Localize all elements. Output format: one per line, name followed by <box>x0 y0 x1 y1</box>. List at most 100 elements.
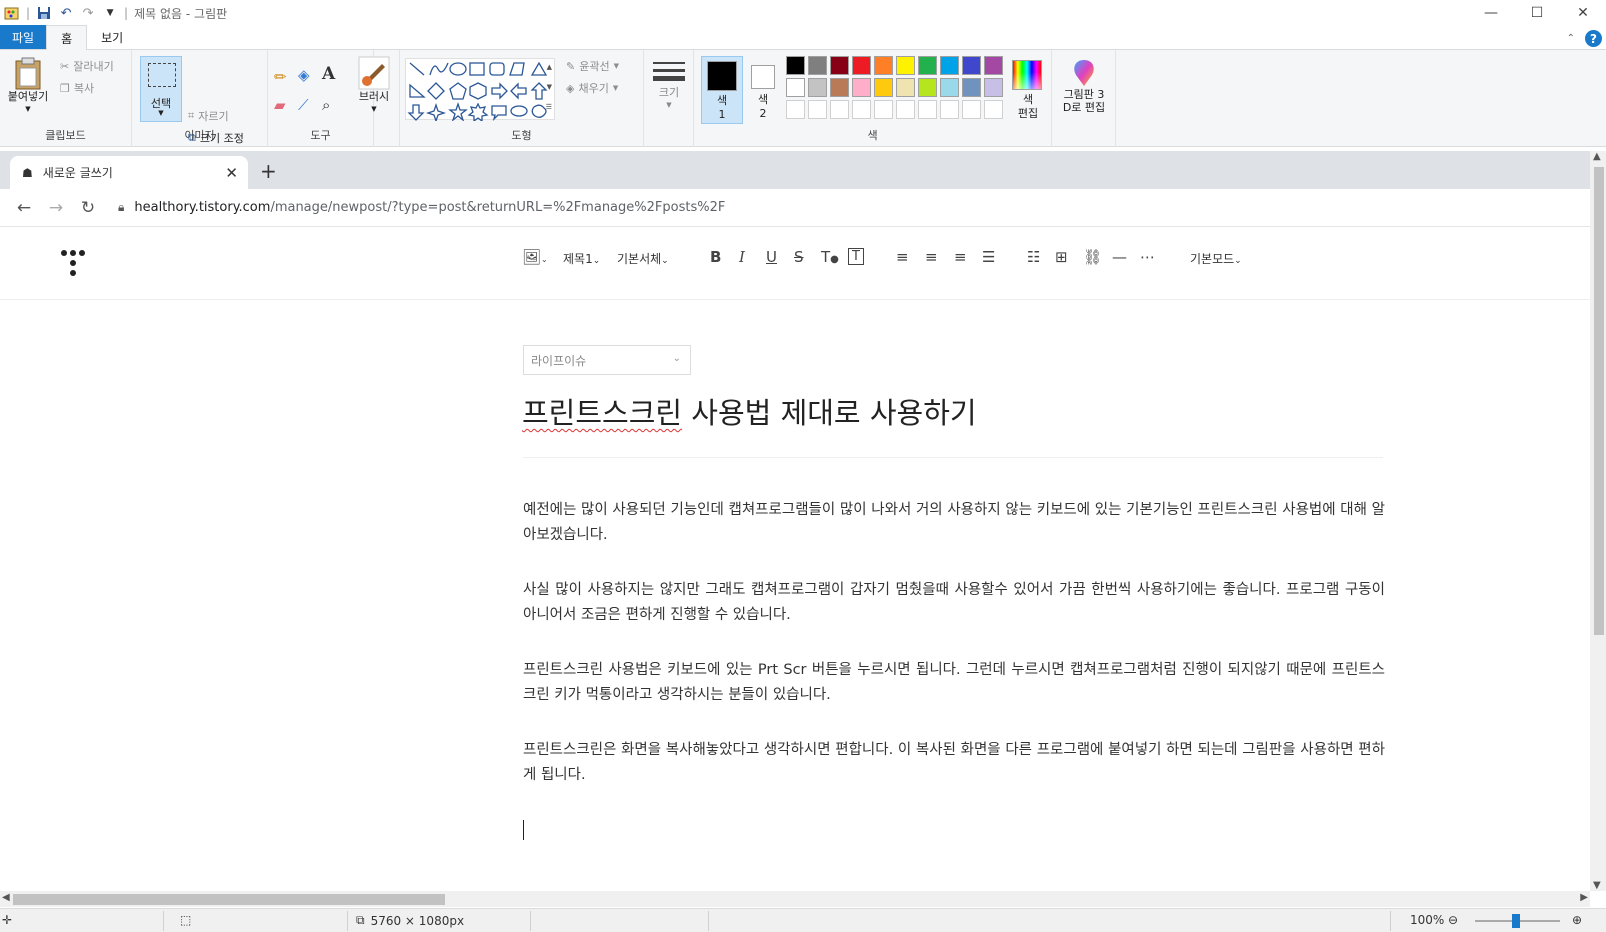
scroll-left-icon[interactable]: ◀ <box>2 892 10 903</box>
color-swatch[interactable] <box>918 56 937 75</box>
select-button[interactable]: 선택 ▼ <box>140 56 182 122</box>
color-swatch[interactable] <box>874 56 893 75</box>
cut-button[interactable]: ✂ 잘라내기 <box>60 58 114 74</box>
color-swatch[interactable] <box>786 56 805 75</box>
color-swatch[interactable] <box>940 78 959 97</box>
more-options-icon[interactable]: ⋯ <box>1140 248 1155 266</box>
close-tab-icon[interactable]: ✕ <box>225 164 238 182</box>
edit-in-paint3d-button[interactable]: 그림판 3 D로 편집 <box>1054 58 1114 114</box>
color-swatch[interactable] <box>808 78 827 97</box>
color-swatch[interactable] <box>830 78 849 97</box>
crop-button[interactable]: ⌗ 자르기 <box>188 108 229 124</box>
paint-app-icon[interactable] <box>4 5 20 21</box>
post-paragraph[interactable]: 사실 많이 사용하지는 않지만 그래도 캡쳐프로그램이 갑자기 멈췄을때 사용할… <box>523 578 1385 628</box>
heading-dropdown[interactable]: 제목1⌄ <box>563 250 600 267</box>
shapes-expand-icon[interactable]: ☰ <box>546 103 552 111</box>
browser-tab[interactable]: ☗ 새로운 글쓰기 ✕ <box>10 156 248 189</box>
save-icon[interactable] <box>36 5 52 21</box>
color-swatch[interactable] <box>874 100 893 119</box>
pencil-icon[interactable]: ✏ <box>274 68 287 86</box>
color-swatch[interactable] <box>830 56 849 75</box>
minimize-button[interactable]: — <box>1468 0 1514 26</box>
color-swatch[interactable] <box>962 78 981 97</box>
paste-button[interactable]: 붙여넣기 ▼ <box>4 56 52 116</box>
size-button[interactable]: 크기 ▼ <box>650 60 688 112</box>
tab-view[interactable]: 보기 <box>87 25 137 49</box>
horizontal-scrollbar[interactable]: ◀ ▶ <box>0 891 1590 907</box>
tab-home[interactable]: 홈 <box>46 25 88 50</box>
color-swatch[interactable] <box>852 56 871 75</box>
eraser-icon[interactable]: ▰ <box>274 96 286 114</box>
horizontal-scroll-thumb[interactable] <box>13 894 445 905</box>
customize-qat-icon[interactable]: ▼ <box>102 5 118 21</box>
table-icon[interactable]: ⊞ <box>1055 248 1068 266</box>
color-swatch[interactable] <box>940 56 959 75</box>
scroll-right-icon[interactable]: ▶ <box>1580 892 1588 903</box>
reload-icon[interactable]: ↻ <box>72 198 104 218</box>
post-paragraph[interactable]: 프린트스크린 사용법은 키보드에 있는 Prt Scr 버튼을 누르시면 됩니다… <box>523 658 1385 708</box>
fill-bucket-icon[interactable]: ◈ <box>298 66 310 84</box>
text-background-icon[interactable]: T <box>848 248 864 265</box>
bold-icon[interactable]: B <box>710 248 721 266</box>
color-swatch[interactable] <box>852 100 871 119</box>
vertical-scrollbar[interactable]: ▲ ▼ <box>1590 151 1606 891</box>
color-swatch[interactable] <box>896 78 915 97</box>
help-icon[interactable]: ? <box>1585 30 1602 47</box>
zoom-in-icon[interactable]: ⊕ <box>1572 913 1582 927</box>
color-swatch[interactable] <box>896 100 915 119</box>
color-swatch[interactable] <box>918 78 937 97</box>
post-paragraph[interactable]: 예전에는 많이 사용되던 기능인데 캡쳐프로그램들이 많이 나와서 거의 사용하… <box>523 498 1385 548</box>
align-left-icon[interactable]: ≡ <box>896 248 909 266</box>
new-tab-icon[interactable]: + <box>260 159 277 183</box>
color-swatch[interactable] <box>808 56 827 75</box>
color2-button[interactable]: 색 2 <box>747 56 779 124</box>
close-button[interactable]: ✕ <box>1560 0 1606 26</box>
text-tool-icon[interactable]: A <box>322 64 335 84</box>
align-justify-icon[interactable]: ☰ <box>982 248 995 266</box>
text-color-icon[interactable]: T● <box>821 248 839 266</box>
horizontal-line-icon[interactable]: — <box>1112 248 1127 266</box>
color-swatch[interactable] <box>962 100 981 119</box>
strikethrough-icon[interactable]: S <box>794 248 804 266</box>
post-title-input[interactable]: 프린트스크린 사용법 제대로 사용하기 <box>522 390 977 432</box>
scroll-up-icon[interactable]: ▲ <box>1593 151 1601 162</box>
shapes-scroll-up-icon[interactable]: ▲ <box>547 63 552 71</box>
color-swatch[interactable] <box>962 56 981 75</box>
category-select[interactable]: 라이프이슈 ⌄ <box>523 345 691 375</box>
maximize-button[interactable]: ☐ <box>1514 0 1560 26</box>
color1-button[interactable]: 색 1 <box>701 56 743 124</box>
color-swatch[interactable] <box>874 78 893 97</box>
mode-dropdown[interactable]: 기본모드⌄ <box>1190 250 1242 267</box>
link-icon[interactable]: ⛓︎ <box>1083 248 1102 266</box>
color-swatch[interactable] <box>808 100 827 119</box>
forward-icon[interactable]: → <box>40 198 72 218</box>
fill-button[interactable]: ◈ 채우기 ▼ <box>566 80 618 96</box>
color-swatch[interactable] <box>984 100 1003 119</box>
color-swatch[interactable] <box>940 100 959 119</box>
color-swatch[interactable] <box>830 100 849 119</box>
collapse-ribbon-icon[interactable]: ⌃ <box>1567 33 1575 44</box>
post-paragraph[interactable]: 프린트스크린은 화면을 복사해놓았다고 생각하시면 편합니다. 이 복사된 화면… <box>523 738 1385 788</box>
italic-icon[interactable]: I <box>739 248 745 266</box>
copy-button[interactable]: ❐ 복사 <box>60 80 94 96</box>
magnifier-icon[interactable]: ⌕ <box>322 96 330 114</box>
color-swatch[interactable] <box>984 78 1003 97</box>
edit-colors-button[interactable]: 색 편집 <box>1008 56 1048 124</box>
resize-button[interactable]: ⧉ 크기 조정 <box>188 130 244 146</box>
shapes-scroll-down-icon[interactable]: ▼ <box>547 83 552 91</box>
insert-image-icon[interactable]: 🖼︎⌄ <box>522 248 548 266</box>
bullet-list-icon[interactable]: ☷ <box>1027 248 1040 266</box>
color-swatch[interactable] <box>852 78 871 97</box>
color-picker-icon[interactable]: ⟋ <box>298 96 309 114</box>
url-field[interactable]: 🔒︎ healthory.tistory.com/manage/newpost/… <box>118 200 725 215</box>
underline-icon[interactable]: U <box>766 248 777 266</box>
color-swatch[interactable] <box>896 56 915 75</box>
color-swatch[interactable] <box>918 100 937 119</box>
vertical-scroll-thumb[interactable] <box>1594 167 1604 635</box>
zoom-out-icon[interactable]: ⊖ <box>1448 913 1458 927</box>
scroll-down-icon[interactable]: ▼ <box>1593 880 1601 891</box>
zoom-slider-thumb[interactable] <box>1512 914 1520 928</box>
undo-icon[interactable]: ↶ <box>58 5 74 21</box>
color-swatch[interactable] <box>786 100 805 119</box>
redo-icon[interactable]: ↷ <box>80 5 96 21</box>
